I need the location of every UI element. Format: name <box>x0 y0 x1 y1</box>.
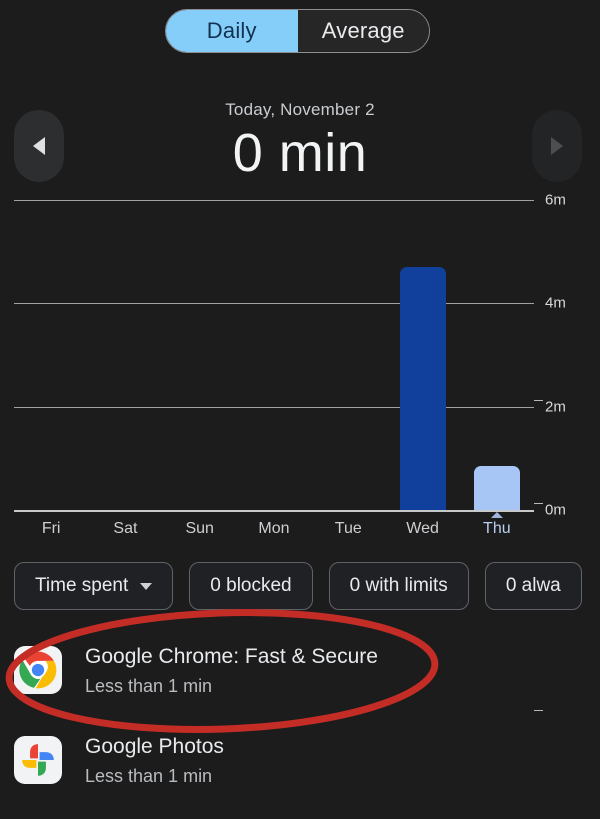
chart-x-tick-label: Wed <box>406 520 439 537</box>
view-mode-toggle[interactable]: Daily Average <box>165 9 430 53</box>
app-text-block: Google Photos Less than 1 min <box>85 732 224 790</box>
screen-root: Daily Average Today, November 2 0 min 0m… <box>0 0 600 819</box>
chart-y-tick-label: 6m <box>545 191 566 209</box>
filter-chip[interactable]: 0 with limits <box>328 562 469 610</box>
chart-bar-slot[interactable] <box>14 200 88 510</box>
selected-day-caret-icon <box>490 512 503 518</box>
app-usage-time: Less than 1 min <box>85 766 213 786</box>
filter-chip-label: 0 alwa <box>505 575 561 596</box>
chart-bar-slot[interactable] <box>237 200 311 510</box>
tab-average-label: Average <box>321 18 405 43</box>
current-date-label: Today, November 2 <box>225 100 375 119</box>
filter-chip[interactable]: 0 blocked <box>189 562 313 610</box>
next-day-button[interactable] <box>532 110 582 182</box>
chart-y-tick-mark <box>534 400 543 401</box>
filter-chip[interactable]: Time spent <box>14 562 174 610</box>
app-name: Google Photos <box>85 735 224 758</box>
tab-daily-label: Daily <box>206 18 257 43</box>
chart-x-tick-label: Thu <box>483 520 511 537</box>
chart-x-tick-label: Sun <box>185 520 214 537</box>
tab-average[interactable]: Average <box>297 10 429 52</box>
chart-bar-slot[interactable] <box>460 200 534 510</box>
chart-bar-slot[interactable] <box>311 200 385 510</box>
chart-x-tick-label: Tue <box>334 520 362 537</box>
app-text-block: Google Chrome: Fast & Secure Less than 1… <box>85 642 378 700</box>
chevron-down-icon <box>140 582 153 590</box>
chrome-icon-glyph <box>19 651 57 689</box>
google-photos-icon-glyph <box>22 744 54 776</box>
chart-y-tick-label: 2m <box>545 398 566 416</box>
chart-x-tick-label: Sat <box>113 520 138 537</box>
chrome-icon <box>14 646 62 694</box>
chart-x-tick-label: Mon <box>258 520 290 537</box>
list-item[interactable]: Google Chrome: Fast & Secure Less than 1… <box>0 636 600 726</box>
filter-chip-label: Time spent <box>35 575 129 596</box>
chart-bar[interactable] <box>473 466 520 510</box>
app-name: Google Chrome: Fast & Secure <box>85 645 378 668</box>
chart-bar[interactable] <box>399 267 446 510</box>
filter-chip-row: Time spent 0 blocked 0 with limits 0 alwa <box>14 562 582 610</box>
filter-chip[interactable]: 0 alwa <box>484 562 582 610</box>
chart-bars <box>14 200 534 510</box>
chevron-left-icon <box>33 137 45 155</box>
list-item[interactable]: Google Photos Less than 1 min <box>0 726 600 816</box>
total-time-value: 0 min <box>232 123 368 183</box>
chart-x-axis-labels: Fri Sat Sun Mon Tue Wed Thu <box>14 512 534 542</box>
chart-x-tick-label: Fri <box>41 520 61 537</box>
chart-y-tick-label: 0m <box>545 501 566 519</box>
app-usage-time: Less than 1 min <box>85 676 213 696</box>
previous-day-button[interactable] <box>14 110 64 182</box>
chevron-right-icon <box>551 137 563 155</box>
chart-bar-slot[interactable] <box>385 200 459 510</box>
tab-daily[interactable]: Daily <box>166 10 298 52</box>
chart-bar-slot[interactable] <box>163 200 237 510</box>
chart-bar-slot[interactable] <box>88 200 162 510</box>
segmented-control[interactable]: Daily Average <box>165 9 430 53</box>
filter-chip-label: 0 blocked <box>210 575 292 596</box>
google-photos-icon <box>14 736 62 784</box>
chart-y-tick-mark <box>534 503 543 505</box>
app-usage-list: Google Chrome: Fast & Secure Less than 1… <box>0 636 600 816</box>
filter-chip-label: 0 with limits <box>349 575 448 596</box>
chart-y-tick-label: 4m <box>545 294 566 312</box>
usage-bar-chart: 0m 2m 4m 6m Fri Sat Sun Mon Tue Wed Thu <box>0 192 600 711</box>
